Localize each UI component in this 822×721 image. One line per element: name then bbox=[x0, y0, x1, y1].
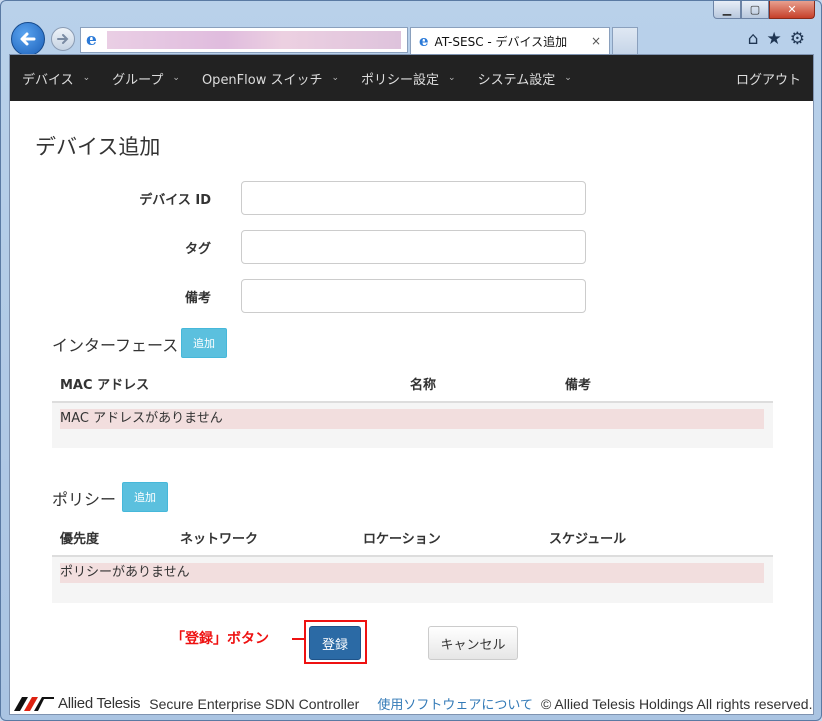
device-id-row: デバイス ID bbox=[10, 181, 813, 215]
note-label: 備考 bbox=[184, 291, 211, 306]
column-header-location: ロケーション bbox=[355, 520, 541, 557]
register-button[interactable]: 登録 bbox=[309, 626, 361, 660]
table-row: MAC アドレスがありません bbox=[52, 402, 773, 448]
nav-system-label: システム設定 bbox=[477, 72, 556, 88]
policy-section-title: ポリシー bbox=[52, 490, 117, 509]
settings-gear-icon[interactable]: ⚙ bbox=[790, 29, 805, 49]
column-header-priority: 優先度 bbox=[52, 520, 172, 557]
nav-groups-label: グループ bbox=[112, 72, 164, 88]
top-navbar: デバイス ⌄ グループ ⌄ OpenFlow スイッチ ⌄ ポリシー設定 ⌄ システム設… bbox=[10, 55, 813, 101]
nav-openflow-label: OpenFlow スイッチ bbox=[201, 72, 323, 88]
note-row: 備考 bbox=[10, 279, 813, 313]
nav-policy-settings[interactable]: ポリシー設定 ⌄ bbox=[361, 69, 456, 88]
nav-policy-label: ポリシー設定 bbox=[361, 72, 440, 88]
home-icon[interactable]: ⌂ bbox=[748, 29, 759, 49]
nav-openflow-switch[interactable]: OpenFlow スイッチ ⌄ bbox=[202, 69, 339, 88]
tag-input[interactable] bbox=[241, 230, 586, 264]
favorites-star-icon[interactable]: ★ bbox=[767, 29, 782, 49]
tab-title: AT-SESC - デバイス追加 bbox=[434, 34, 568, 49]
table-row: ポリシーがありません bbox=[52, 556, 773, 603]
chevron-down-icon: ⌄ bbox=[331, 73, 340, 83]
device-id-label: デバイス ID bbox=[139, 193, 211, 208]
interface-table-header: MAC アドレス 名称 備考 bbox=[52, 366, 773, 403]
tab-active[interactable]: e AT-SESC - デバイス追加 × bbox=[410, 27, 610, 54]
column-header-schedule: スケジュール bbox=[541, 520, 773, 557]
address-text bbox=[107, 31, 401, 49]
nav-devices-label: デバイス bbox=[22, 72, 74, 88]
logout-link[interactable]: ログアウト bbox=[736, 69, 801, 88]
empty-cell: ポリシーがありません bbox=[52, 556, 773, 603]
address-bar[interactable]: e bbox=[80, 27, 408, 53]
column-header-name: 名称 bbox=[402, 366, 557, 403]
footer: Allied Telesis Secure Enterprise SDN Con… bbox=[10, 691, 813, 714]
forward-arrow-icon bbox=[57, 34, 69, 44]
browser-window: ▁ ▢ ✕ e e AT-SESC - デバイス追加 × ⌂ ★ ⚙ デバイス ⌄… bbox=[0, 0, 822, 721]
add-policy-button[interactable]: 追加 bbox=[122, 482, 168, 512]
empty-message: MAC アドレスがありません bbox=[60, 409, 764, 429]
window-controls: ▁ ▢ ✕ bbox=[713, 1, 815, 19]
allied-telesis-logo: Allied Telesis bbox=[14, 695, 141, 712]
nav-devices[interactable]: デバイス ⌄ bbox=[22, 69, 90, 88]
ie-logo-icon: e bbox=[86, 30, 97, 50]
back-button[interactable] bbox=[11, 22, 45, 56]
ie-tab-icon: e bbox=[419, 32, 429, 50]
chevron-down-icon: ⌄ bbox=[564, 73, 572, 83]
device-id-input[interactable] bbox=[241, 181, 586, 215]
chevron-down-icon: ⌄ bbox=[172, 73, 180, 83]
interface-section-title: インターフェース bbox=[52, 336, 179, 355]
forward-button[interactable] bbox=[51, 27, 75, 51]
minimize-button[interactable]: ▁ bbox=[713, 1, 741, 19]
chevron-down-icon: ⌄ bbox=[82, 73, 91, 83]
browser-toolbar: ⌂ ★ ⚙ bbox=[748, 29, 805, 49]
maximize-button[interactable]: ▢ bbox=[741, 1, 769, 19]
interface-table: MAC アドレス 名称 備考 MAC アドレスがありません bbox=[52, 366, 773, 448]
tag-label: タグ bbox=[184, 242, 211, 257]
register-button-annotation: 「登録」ボタン bbox=[171, 631, 269, 647]
policy-table: 優先度 ネットワーク ロケーション スケジュール ポリシーがありません bbox=[52, 520, 773, 603]
column-header-note: 備考 bbox=[557, 366, 773, 403]
chevron-down-icon: ⌄ bbox=[448, 73, 456, 83]
brand-name: Allied Telesis bbox=[58, 695, 141, 712]
empty-message: ポリシーがありません bbox=[60, 563, 764, 583]
page-viewport: デバイス ⌄ グループ ⌄ OpenFlow スイッチ ⌄ ポリシー設定 ⌄ システム設… bbox=[9, 54, 814, 715]
nav-system-settings[interactable]: システム設定 ⌄ bbox=[478, 69, 572, 88]
close-window-button[interactable]: ✕ bbox=[769, 1, 815, 19]
empty-cell: MAC アドレスがありません bbox=[52, 402, 773, 448]
column-header-network: ネットワーク bbox=[172, 520, 355, 557]
note-input[interactable] bbox=[241, 279, 586, 313]
product-name: Secure Enterprise SDN Controller bbox=[149, 695, 360, 712]
annotation-line bbox=[292, 638, 304, 640]
page-title: デバイス追加 bbox=[35, 135, 161, 159]
column-header-mac: MAC アドレス bbox=[52, 366, 402, 403]
about-software-link[interactable]: 使用ソフトウェアについて bbox=[377, 694, 533, 713]
cancel-button[interactable]: キャンセル bbox=[428, 626, 518, 660]
policy-table-header: 優先度 ネットワーク ロケーション スケジュール bbox=[52, 520, 773, 557]
back-arrow-icon bbox=[20, 32, 36, 46]
copyright-text: © Allied Telesis Holdings All rights res… bbox=[540, 695, 813, 712]
allied-telesis-mark-icon bbox=[14, 696, 54, 711]
tab-close-icon[interactable]: × bbox=[591, 34, 601, 48]
tag-row: タグ bbox=[10, 230, 813, 264]
nav-groups[interactable]: グループ ⌄ bbox=[112, 69, 180, 88]
add-interface-button[interactable]: 追加 bbox=[181, 328, 227, 358]
new-tab-button[interactable] bbox=[612, 27, 638, 54]
